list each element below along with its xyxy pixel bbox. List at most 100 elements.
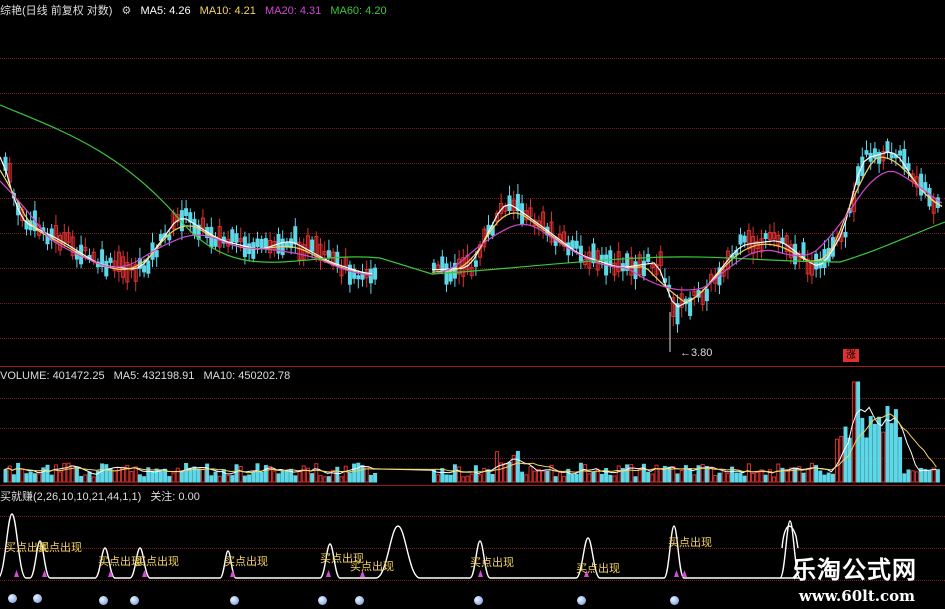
- volume-bar: [74, 466, 79, 483]
- volume-bar: [297, 471, 302, 483]
- volume-bar: [713, 474, 718, 483]
- watermark-title: 乐淘公式网: [792, 556, 917, 584]
- volume-bar: [675, 473, 680, 483]
- volume-bar: [520, 471, 525, 483]
- ma10-label: MA10: 4.21: [199, 5, 256, 17]
- candle-body: [373, 267, 378, 280]
- volume-bar: [692, 474, 697, 483]
- volume-bar: [583, 464, 588, 483]
- volume-label: VOLUME: 401472.25: [0, 370, 105, 382]
- buy-arrow-icon: [230, 570, 235, 577]
- buy-signal-label: 买点出现: [470, 557, 514, 569]
- volume-bar: [16, 462, 21, 483]
- volume-bar: [557, 472, 562, 483]
- price-legend: 综艳(日线 前复权 对数) ⚙ MA5: 4.26 MA10: 4.21 MA2…: [0, 2, 393, 18]
- settings-icon[interactable]: ⚙: [122, 5, 132, 17]
- volume-bar: [112, 470, 117, 483]
- chart-title: 综艳(日线 前复权 对数): [0, 5, 113, 17]
- candle-body: [822, 249, 827, 269]
- volume-chart-panel[interactable]: VOLUME: 401472.25 MA5: 432198.91 MA10: 4…: [0, 368, 945, 486]
- ma5-label: MA5: 4.26: [140, 5, 191, 17]
- volume-bar: [457, 466, 462, 483]
- candle-body: [142, 265, 147, 273]
- volume-bar: [490, 473, 495, 483]
- volume-bar: [641, 463, 646, 483]
- volume-bar: [864, 437, 869, 483]
- volume-bar: [326, 476, 331, 483]
- candle-body: [889, 152, 894, 159]
- volume-bar: [524, 474, 529, 483]
- buy-signal-label: 买点出现: [668, 537, 712, 549]
- volume-bar: [314, 463, 319, 483]
- volume-bar: [28, 471, 33, 483]
- buy-signal-label: 买点出现: [576, 563, 620, 575]
- signal-dot: [318, 596, 327, 605]
- volume-bar: [536, 468, 541, 483]
- volume-bar: [826, 472, 831, 483]
- indicator-panel[interactable]: 买就赚(2,26,10,10,21,44,1,1) 关注: 0.00 买点出现 …: [0, 486, 945, 609]
- volume-bar: [53, 464, 58, 483]
- volume-bar: [142, 476, 147, 483]
- volume-bar: [885, 406, 890, 483]
- volume-bar: [742, 475, 747, 483]
- candle-body: [154, 250, 159, 258]
- volume-bar: [625, 464, 630, 483]
- volume-bar: [293, 475, 298, 483]
- ma5-line: [0, 151, 943, 308]
- volume-bar: [209, 475, 214, 483]
- candle-body: [898, 150, 903, 156]
- volume-bar: [482, 467, 487, 483]
- volume-bar: [45, 464, 50, 483]
- volume-bar: [868, 416, 873, 483]
- volume-bar: [226, 475, 231, 483]
- buy-arrow-icon: [674, 570, 679, 577]
- volume-bar: [898, 436, 903, 483]
- candle-body: [742, 235, 747, 243]
- buy-signal-label: 买点出现: [135, 556, 179, 568]
- candle-body: [293, 226, 298, 245]
- volume-bar: [360, 465, 365, 483]
- candlestick-chart[interactable]: [0, 0, 945, 368]
- volume-bars[interactable]: [0, 368, 945, 486]
- volume-bar: [751, 473, 756, 483]
- candle-body: [444, 263, 449, 285]
- volume-bar: [587, 473, 592, 483]
- volume-bar: [200, 469, 205, 483]
- volume-bar: [856, 381, 861, 483]
- indicator-legend: 买就赚(2,26,10,10,21,44,1,1) 关注: 0.00: [0, 488, 206, 504]
- volume-bar: [478, 474, 483, 483]
- buy-signal-label: 买点出现: [224, 556, 268, 568]
- volume-bar: [356, 462, 361, 483]
- volume-bar: [255, 463, 260, 483]
- volume-bar: [242, 475, 247, 483]
- candle-body: [843, 231, 848, 238]
- volume-bar: [87, 471, 92, 483]
- volume-bar: [914, 471, 919, 483]
- volume-bar: [259, 471, 264, 483]
- volume-bar: [448, 474, 453, 483]
- indicator-title: 买就赚(2,26,10,10,21,44,1,1): [0, 491, 142, 503]
- volume-bar: [553, 476, 558, 483]
- volume-bar: [738, 472, 743, 483]
- volume-bar: [683, 465, 688, 483]
- ma60-label: MA60: 4.20: [330, 5, 387, 17]
- candle-body: [864, 150, 869, 155]
- volume-bar: [352, 463, 357, 483]
- candle-body: [473, 260, 478, 267]
- candle-body: [356, 275, 361, 280]
- volume-bar: [847, 437, 852, 483]
- buy-arrow-icon: [14, 570, 19, 577]
- candle-body: [108, 257, 113, 263]
- candle-body: [184, 208, 189, 216]
- volume-bar: [830, 473, 835, 483]
- signal-dot: [230, 596, 239, 605]
- buy-arrow-icon: [478, 570, 483, 577]
- price-chart-panel[interactable]: 综艳(日线 前复权 对数) ⚙ MA5: 4.26 MA10: 4.21 MA2…: [0, 0, 945, 368]
- volume-ma10-line: [3, 413, 937, 474]
- volume-bar: [217, 475, 222, 483]
- volume-bar: [650, 473, 655, 483]
- volume-bar: [809, 462, 814, 483]
- volume-bar: [284, 470, 289, 483]
- volume-bar: [150, 470, 155, 483]
- volume-bar: [763, 474, 768, 483]
